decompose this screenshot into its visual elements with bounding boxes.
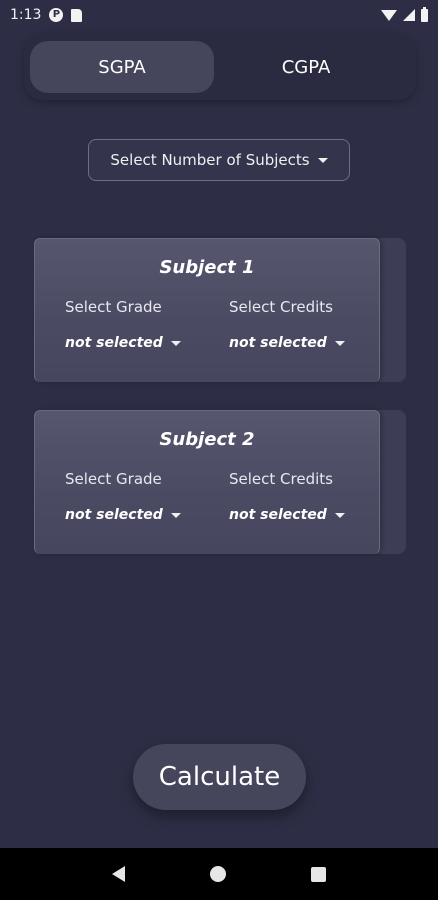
recent-apps-icon[interactable] [310, 866, 326, 882]
status-right [381, 6, 428, 22]
tab-bar: SGPA CGPA [24, 34, 416, 100]
tab-sgpa[interactable]: SGPA [30, 41, 214, 93]
caret-down-icon [334, 512, 345, 518]
system-nav-bar [0, 848, 438, 900]
signal-icon [403, 9, 415, 21]
caret-down-icon [170, 512, 181, 518]
caret-down-icon [334, 340, 345, 346]
tab-cgpa[interactable]: CGPA [214, 41, 398, 93]
subject-card: Subject 1 Select Grade Select Credits no… [34, 238, 380, 382]
calculate-button[interactable]: Calculate [133, 744, 306, 810]
subjects-count-dropdown[interactable]: Select Number of Subjects [88, 139, 350, 181]
credits-dropdown[interactable]: not selected [229, 507, 345, 523]
status-left: 1:13 P [10, 7, 83, 23]
caret-down-icon [170, 340, 181, 346]
grade-dropdown[interactable]: not selected [65, 335, 181, 351]
wifi-icon [381, 9, 397, 21]
tab-cgpa-label: CGPA [281, 56, 331, 78]
status-time: 1:13 [10, 7, 42, 23]
tab-sgpa-label: SGPA [98, 56, 146, 78]
credits-dropdown[interactable]: not selected [229, 335, 345, 351]
subject-card: Subject 2 Select Grade Select Credits no… [34, 410, 380, 554]
credits-value: not selected [229, 335, 327, 351]
grade-label: Select Grade [65, 298, 162, 316]
grade-dropdown[interactable]: not selected [65, 507, 181, 523]
credits-value: not selected [229, 507, 327, 523]
home-icon[interactable] [209, 866, 226, 882]
subject-title: Subject 2 [159, 429, 255, 450]
grade-value: not selected [65, 335, 163, 351]
credits-label: Select Credits [229, 470, 333, 488]
p-icon: P [49, 8, 64, 22]
subjects-count-label: Select Number of Subjects [110, 151, 310, 169]
calculate-label: Calculate [158, 762, 281, 792]
sd-card-icon [71, 8, 83, 22]
grade-label: Select Grade [65, 470, 162, 488]
grade-value: not selected [65, 507, 163, 523]
subject-title: Subject 1 [159, 257, 255, 278]
status-bar: 1:13 P [0, 0, 438, 30]
caret-down-icon [317, 157, 328, 163]
battery-icon [421, 6, 428, 22]
credits-label: Select Credits [229, 298, 333, 316]
back-icon[interactable] [112, 866, 126, 882]
